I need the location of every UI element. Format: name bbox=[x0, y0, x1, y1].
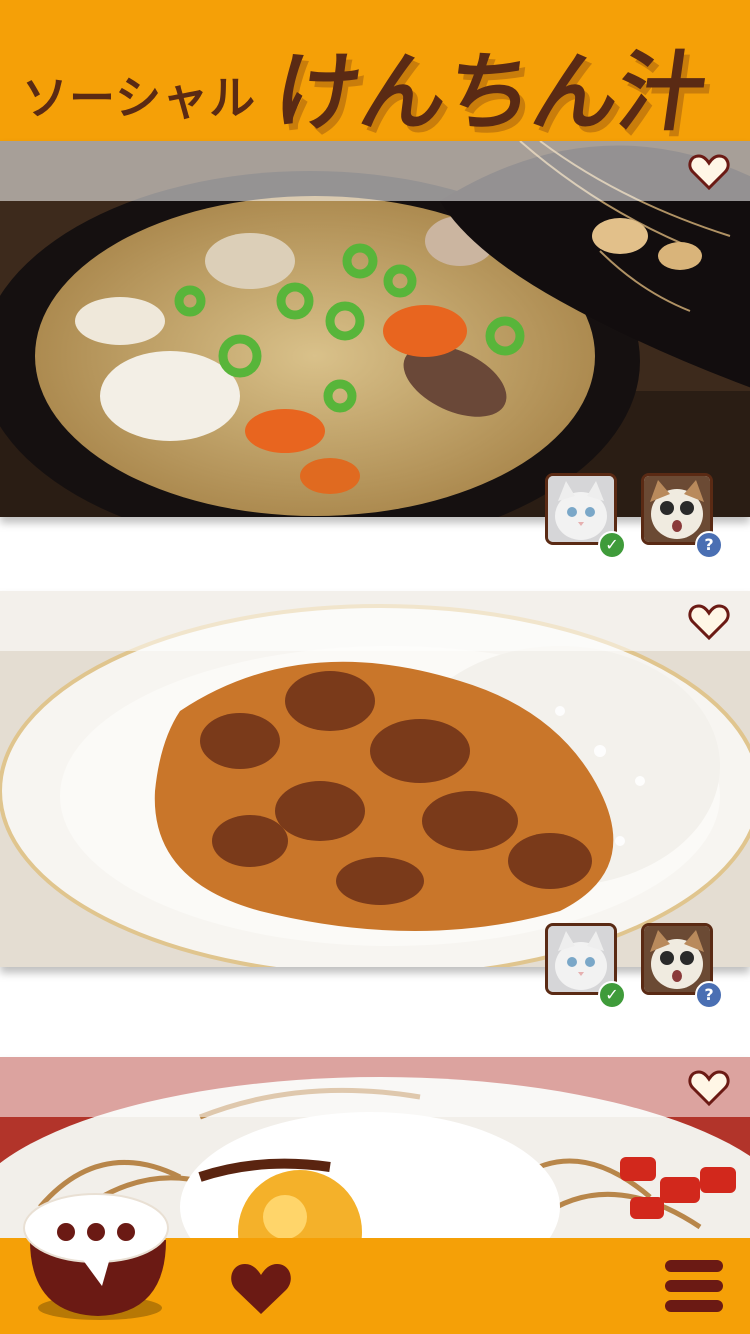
rice-bowl-chat-icon[interactable] bbox=[18, 1190, 178, 1330]
heart-icon[interactable] bbox=[229, 1260, 293, 1316]
app-title: けんちん汁 bbox=[267, 43, 712, 143]
confirmed-check-icon: ✓ bbox=[598, 981, 626, 1009]
hamburger-menu-line bbox=[665, 1300, 723, 1312]
favorite-band bbox=[0, 1057, 750, 1117]
recipe-card[interactable]: ✓ ? bbox=[0, 591, 750, 1057]
unknown-question-icon: ? bbox=[695, 981, 723, 1009]
app-title-prefix: ソーシャル bbox=[22, 71, 257, 125]
recipe-card[interactable]: ✓ ? bbox=[0, 141, 750, 591]
hamburger-menu-line bbox=[665, 1280, 723, 1292]
recipe-photo-curry[interactable] bbox=[0, 591, 750, 967]
favorite-band bbox=[0, 141, 750, 201]
hamburger-menu-icon[interactable] bbox=[665, 1260, 723, 1272]
favorite-heart-icon[interactable] bbox=[688, 153, 730, 191]
recipe-photo-kenchin-jiru[interactable] bbox=[0, 141, 750, 517]
favorite-heart-icon[interactable] bbox=[688, 1069, 730, 1107]
confirmed-check-icon: ✓ bbox=[598, 531, 626, 559]
app-header: ソーシャル けんちん汁 bbox=[0, 0, 750, 143]
unknown-question-icon: ? bbox=[695, 531, 723, 559]
favorite-band bbox=[0, 591, 750, 651]
favorite-heart-icon[interactable] bbox=[688, 603, 730, 641]
